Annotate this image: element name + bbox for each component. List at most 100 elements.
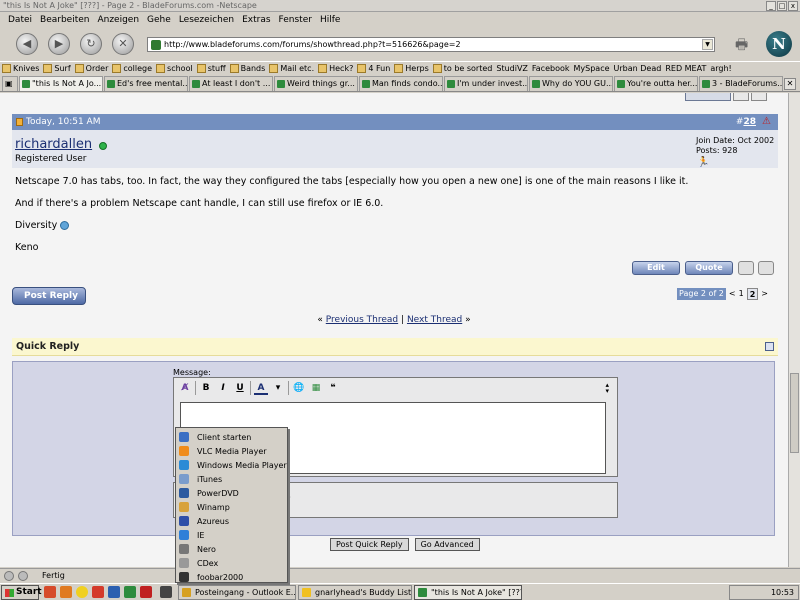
bookmark-4fun[interactable]: 4 Fun — [357, 62, 394, 75]
quicklaunch-app-icon[interactable] — [92, 586, 104, 598]
menu-datei[interactable]: Datei — [8, 13, 32, 28]
menu-gehe[interactable]: Gehe — [147, 13, 171, 28]
resize-icon[interactable]: ▴ ▾ — [605, 382, 609, 395]
report-post-icon[interactable]: ⚠ — [762, 116, 774, 127]
quicklaunch-firefox-icon[interactable] — [60, 586, 72, 598]
menu-item-cdex[interactable]: CDex — [179, 556, 287, 570]
clock[interactable]: 10:53 — [771, 588, 794, 597]
username-link[interactable]: richardallen — [15, 137, 92, 152]
previous-quickreply-button[interactable] — [751, 93, 767, 101]
tab-youre-outta[interactable]: You're outta her... — [614, 76, 698, 91]
url-dropdown-icon[interactable]: ▼ — [702, 39, 713, 50]
quick-reply-button[interactable] — [758, 261, 774, 275]
minimize-button[interactable]: _ — [766, 1, 776, 11]
quicklaunch-expand-icon[interactable] — [160, 586, 172, 598]
netscape-logo[interactable]: N — [766, 31, 792, 57]
start-button[interactable]: Start — [1, 585, 42, 600]
bookmark-red-meat[interactable]: RED MEAT — [0, 62, 710, 164]
page-1-link[interactable]: 1 — [739, 288, 744, 300]
bookmark-college[interactable]: college — [112, 62, 156, 75]
bookmark-heck[interactable]: Heck? — [318, 62, 357, 75]
tab-this-is-not-a-joke[interactable]: "this Is Not A Jo... — [19, 76, 103, 91]
tab-eds-free-mental[interactable]: Ed's free mental... — [104, 76, 188, 91]
menu-item-foobar2000[interactable]: foobar2000 — [179, 570, 287, 584]
forward-button[interactable]: ▶ — [48, 33, 70, 55]
menu-item-powerdvd[interactable]: PowerDVD — [179, 486, 287, 500]
bookmark-myspace[interactable]: MySpace — [0, 62, 614, 164]
quicklaunch-outlook-icon[interactable] — [44, 586, 56, 598]
post-quick-reply-button[interactable]: Post Quick Reply — [330, 538, 409, 551]
new-tab-button[interactable]: ▣ — [2, 76, 18, 91]
page-scrollbar[interactable] — [788, 93, 800, 567]
underline-button[interactable]: U — [233, 381, 247, 395]
bookmark-order[interactable]: Order — [74, 62, 113, 75]
post-number-link[interactable]: 28 — [743, 117, 756, 127]
tab-why-do-you[interactable]: Why do YOU GU... — [529, 76, 613, 91]
quicklaunch-excel-icon[interactable] — [124, 586, 136, 598]
bookmark-bands[interactable]: Bands — [229, 62, 270, 75]
post-reply-button[interactable]: Post Reply — [12, 287, 86, 305]
previous-multiquote-button[interactable] — [733, 93, 749, 101]
bookmark-urban-dead[interactable]: Urban Dead — [0, 62, 666, 164]
maximize-button[interactable]: □ — [777, 1, 787, 11]
insert-image-icon[interactable]: ▦ — [309, 381, 323, 395]
tab-bladeforums[interactable]: 3 - BladeForums... — [699, 76, 783, 91]
quote-button[interactable]: Quote — [685, 261, 733, 275]
next-page-link[interactable]: > — [761, 288, 768, 300]
close-button[interactable]: x — [788, 1, 798, 11]
insert-link-icon[interactable]: 🌐 — [292, 381, 306, 395]
taskbar-item-outlook[interactable]: Posteingang - Outlook E... — [178, 585, 296, 600]
bookmark-mail[interactable]: Mail etc. — [269, 62, 318, 75]
collapse-icon[interactable] — [765, 342, 774, 351]
edit-button[interactable]: Edit — [632, 261, 680, 275]
bookmark-stuff[interactable]: stuff — [196, 62, 230, 75]
bookmark-studivz[interactable]: StudiVZ — [0, 62, 532, 164]
print-button[interactable]: 🖶 — [735, 34, 757, 54]
quicklaunch-pdf-icon[interactable] — [140, 586, 152, 598]
bookmark-school[interactable]: school — [156, 62, 197, 75]
reload-button[interactable]: ↻ — [80, 33, 102, 55]
menu-item-ie[interactable]: IE — [179, 528, 287, 542]
tab-weird-things[interactable]: Weird things gr... — [274, 76, 358, 91]
tab-at-least[interactable]: At least I don't ... — [189, 76, 273, 91]
menu-anzeigen[interactable]: Anzeigen — [97, 13, 139, 28]
bookmark-to-be-sorted[interactable]: to be sorted — [432, 62, 497, 75]
color-dropdown-icon[interactable]: ▾ — [271, 381, 285, 395]
menu-fenster[interactable]: Fenster — [279, 13, 312, 28]
quicklaunch-word-icon[interactable] — [108, 586, 120, 598]
remove-format-icon[interactable]: A̸ — [178, 381, 192, 395]
next-thread-link[interactable]: Next Thread — [407, 315, 462, 325]
text-color-button[interactable]: A — [254, 381, 268, 395]
taskbar-item-netscape[interactable]: "this Is Not A Joke" [???]... — [414, 585, 522, 600]
url-bar[interactable]: http://www.bladeforums.com/forums/showth… — [147, 37, 715, 52]
multiquote-button[interactable] — [738, 261, 754, 275]
bookmark-surf[interactable]: Surf — [43, 62, 74, 75]
stop-button[interactable]: ✕ — [112, 33, 134, 55]
prev-page-link[interactable]: < — [729, 288, 736, 300]
bold-button[interactable]: B — [199, 381, 213, 395]
go-advanced-button[interactable]: Go Advanced — [414, 538, 480, 551]
quicklaunch-smiley-icon[interactable] — [76, 586, 88, 598]
bookmark-knives[interactable]: Knives — [2, 62, 43, 75]
bookmark-facebook[interactable]: Facebook — [0, 62, 574, 164]
menu-item-winamp[interactable]: Winamp — [179, 500, 287, 514]
back-button[interactable]: ◀ — [16, 33, 38, 55]
italic-button[interactable]: I — [216, 381, 230, 395]
previous-thread-link[interactable]: Previous Thread — [326, 315, 398, 325]
bookmark-herps[interactable]: Herps — [394, 62, 432, 75]
previous-quote-button[interactable] — [685, 93, 731, 101]
menu-item-azureus[interactable]: Azureus — [179, 514, 287, 528]
menu-item-vlc[interactable]: VLC Media Player — [179, 444, 287, 458]
scrollbar-thumb[interactable] — [790, 373, 799, 453]
taskbar-item-buddy-list[interactable]: gnarlyhead's Buddy List ... — [298, 585, 412, 600]
menu-item-nero[interactable]: Nero — [179, 542, 287, 556]
menu-item-windows-media-player[interactable]: Windows Media Player — [179, 458, 287, 472]
tab-under-invest[interactable]: I'm under invest... — [444, 76, 528, 91]
menu-item-client-starten[interactable]: Client starten — [179, 430, 287, 444]
menu-extras[interactable]: Extras — [242, 13, 270, 28]
menu-lesezeichen[interactable]: Lesezeichen — [179, 13, 234, 28]
menu-item-itunes[interactable]: iTunes — [179, 472, 287, 486]
menu-hilfe[interactable]: Hilfe — [320, 13, 340, 28]
menu-bearbeiten[interactable]: Bearbeiten — [40, 13, 89, 28]
bookmark-argh[interactable]: argh! — [0, 62, 735, 164]
